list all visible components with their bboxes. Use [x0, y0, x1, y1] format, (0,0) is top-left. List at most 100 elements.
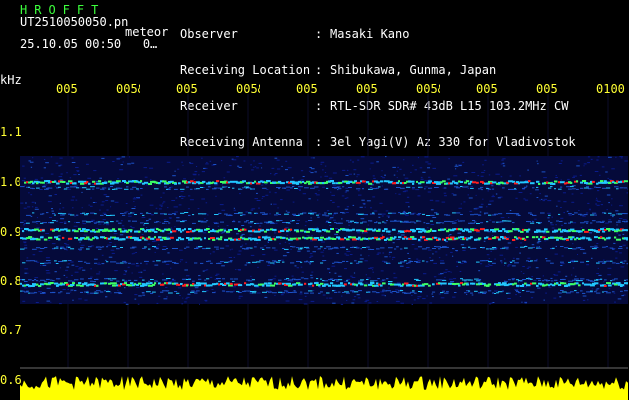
- band-speck: [190, 180, 194, 183]
- band-speck: [470, 214, 474, 216]
- noise-speck: [229, 249, 232, 251]
- band-speck: [504, 246, 509, 248]
- band-speck: [220, 228, 224, 231]
- band-speck: [512, 222, 515, 224]
- band-speck: [442, 279, 447, 281]
- band-speck: [376, 292, 380, 294]
- band-speck: [110, 186, 113, 187]
- band-speck: [290, 237, 295, 240]
- band-speck: [606, 282, 611, 285]
- band-speck: [618, 220, 621, 222]
- band-speck: [334, 261, 338, 263]
- band-speck: [350, 220, 354, 222]
- noise-speck: [177, 287, 182, 289]
- band-speck: [170, 236, 174, 239]
- noise-speck: [452, 255, 454, 257]
- band-speck: [36, 280, 39, 282]
- noise-speck: [65, 276, 68, 278]
- band-speck: [436, 213, 439, 215]
- band-speck: [114, 230, 117, 232]
- band-speck: [294, 291, 297, 293]
- band-speck: [314, 228, 319, 231]
- band-speck: [426, 215, 431, 216]
- band-speck: [560, 246, 564, 247]
- band-speck: [86, 213, 89, 215]
- noise-speck: [123, 270, 128, 271]
- noise-speck: [221, 209, 226, 211]
- noise-speck: [541, 171, 546, 173]
- noise-speck: [300, 266, 303, 268]
- band-speck: [194, 229, 197, 232]
- noise-speck: [411, 244, 415, 245]
- noise-speck: [596, 159, 599, 161]
- noise-speck: [73, 225, 78, 227]
- band-speck: [624, 279, 626, 281]
- noise-speck: [275, 222, 278, 224]
- noise-speck: [368, 302, 372, 304]
- band-speck: [500, 260, 503, 262]
- band-speck: [554, 279, 558, 281]
- band-speck: [418, 238, 421, 241]
- band-speck: [400, 261, 405, 263]
- band-speck: [404, 220, 409, 222]
- noise-speck: [521, 301, 523, 303]
- noise-speck: [602, 227, 606, 228]
- band-speck: [492, 188, 495, 190]
- band-speck: [460, 278, 463, 280]
- band-speck: [478, 237, 482, 240]
- noise-speck: [597, 190, 600, 192]
- band-speck: [194, 248, 199, 249]
- band-speck: [564, 247, 569, 249]
- band-speck: [576, 292, 580, 294]
- noise-speck: [424, 188, 426, 190]
- band-speck: [132, 246, 137, 248]
- band-speck: [96, 284, 99, 287]
- band-speck: [580, 187, 584, 189]
- noise-speck: [396, 170, 398, 172]
- noise-speck: [46, 272, 51, 274]
- noise-speck: [140, 262, 142, 264]
- band-speck: [140, 222, 144, 224]
- band-speck: [102, 187, 107, 189]
- band-speck: [572, 236, 575, 239]
- band-speck: [528, 180, 531, 183]
- band-speck: [566, 292, 571, 294]
- noise-speck: [135, 265, 140, 267]
- noise-speck: [293, 290, 296, 292]
- noise-speck: [604, 222, 609, 224]
- band-speck: [586, 222, 589, 224]
- band-speck: [348, 221, 353, 223]
- band-speck: [468, 182, 472, 185]
- band-speck: [410, 236, 415, 239]
- band-speck: [198, 213, 203, 215]
- noise-speck: [481, 171, 485, 173]
- band-speck: [518, 182, 520, 185]
- noise-speck: [258, 162, 262, 164]
- band-speck: [96, 237, 99, 240]
- band-speck: [518, 236, 521, 239]
- band-speck: [108, 278, 112, 280]
- noise-speck: [133, 197, 136, 199]
- band-speck: [354, 236, 356, 239]
- band-speck: [128, 279, 132, 281]
- noise-speck: [152, 260, 155, 262]
- band-speck: [94, 222, 97, 224]
- noise-speck: [139, 276, 143, 278]
- band-speck: [412, 237, 417, 240]
- band-speck: [578, 247, 581, 248]
- band-speck: [498, 291, 503, 293]
- band-speck: [620, 261, 623, 263]
- band-speck: [94, 262, 98, 264]
- band-speck: [582, 229, 585, 231]
- band-speck: [168, 228, 171, 231]
- band-speck: [604, 238, 607, 241]
- band-speck: [400, 248, 403, 250]
- noise-speck: [203, 232, 207, 234]
- band-speck: [290, 228, 293, 231]
- noise-speck: [165, 263, 170, 265]
- band-speck: [582, 236, 586, 239]
- band-speck: [282, 222, 287, 223]
- noise-speck: [385, 210, 389, 212]
- band-speck: [572, 279, 577, 281]
- noise-speck: [66, 172, 68, 174]
